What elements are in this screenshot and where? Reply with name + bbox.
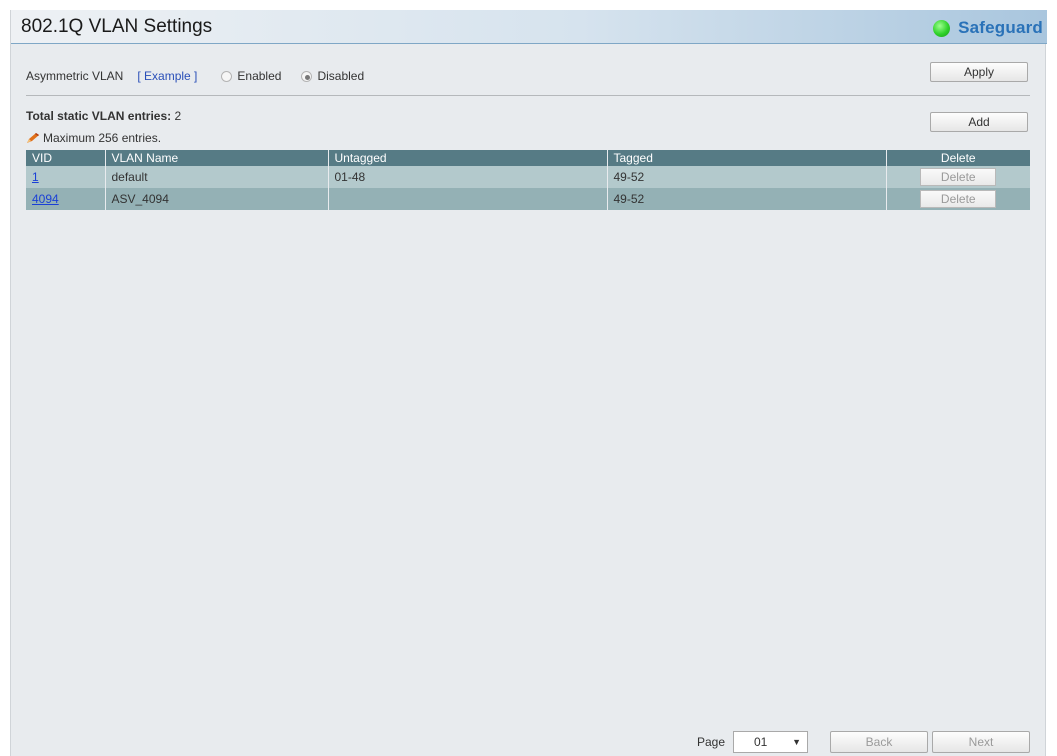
untagged-cell: 01-48 [328,166,608,188]
safeguard-label: Safeguard [958,18,1043,37]
table-row: 4094 ASV_4094 49-52 Delete [26,188,1030,210]
untagged-cell [328,188,608,210]
page-label: Page [697,735,726,749]
total-entries-value: 2 [174,109,182,123]
tagged-cell: 49-52 [607,188,887,210]
add-button[interactable]: Add [930,112,1028,132]
table-row: 1 default 01-48 49-52 Delete [26,166,1030,188]
back-button[interactable]: Back [830,731,928,753]
column-header-untagged: Untagged [328,150,608,166]
example-link[interactable]: [ Example ] [137,69,197,83]
column-header-vid: VID [26,150,106,166]
column-header-delete: Delete [886,150,1030,166]
column-header-vlan-name: VLAN Name [105,150,329,166]
enabled-label: Enabled [237,69,282,83]
content-frame: 802.1Q VLAN Settings Safeguard Asymmetri… [10,10,1047,756]
total-entries: Total static VLAN entries: 2 [26,109,181,123]
delete-cell: Delete [886,166,1030,188]
title-bar: 802.1Q VLAN Settings Safeguard [11,10,1047,44]
page-title: 802.1Q VLAN Settings [21,16,213,37]
max-entries-note: Maximum 256 entries. [26,131,161,145]
vid-cell: 4094 [26,188,106,210]
asymmetric-vlan-row: Asymmetric VLAN [ Example ] Enabled Disa… [26,67,384,85]
safeguard-indicator: Safeguard [933,17,1043,39]
dropdown-arrow-icon: ▼ [792,737,801,747]
enabled-option[interactable]: Enabled [221,69,281,83]
table-header-row: VID VLAN Name Untagged Tagged Delete [26,150,1030,166]
asymmetric-vlan-label: Asymmetric VLAN [26,69,124,83]
disabled-label: Disabled [317,69,365,83]
column-header-tagged: Tagged [607,150,887,166]
delete-button[interactable]: Delete [920,168,997,186]
total-entries-label: Total static VLAN entries: [26,109,172,123]
delete-cell: Delete [886,188,1030,210]
vlan-name-cell: ASV_4094 [105,188,329,210]
delete-button[interactable]: Delete [920,190,997,208]
page-select-value: 01 [754,735,768,749]
vid-link[interactable]: 4094 [32,192,59,206]
next-button[interactable]: Next [932,731,1030,753]
max-entries-text: Maximum 256 entries. [43,131,162,145]
page-select[interactable]: 01 ▼ [733,731,808,753]
apply-button[interactable]: Apply [930,62,1028,82]
vid-link[interactable]: 1 [32,170,39,184]
pencil-icon [27,133,39,143]
vlan-name-cell: default [105,166,329,188]
enabled-radio[interactable] [221,70,233,82]
tagged-cell: 49-52 [607,166,887,188]
vlan-table: VID VLAN Name Untagged Tagged Delete 1 d… [26,150,1030,210]
disabled-option[interactable]: Disabled [301,69,364,83]
vid-cell: 1 [26,166,106,188]
divider [26,95,1030,96]
disabled-radio[interactable] [301,70,313,82]
status-led-icon [933,19,951,37]
